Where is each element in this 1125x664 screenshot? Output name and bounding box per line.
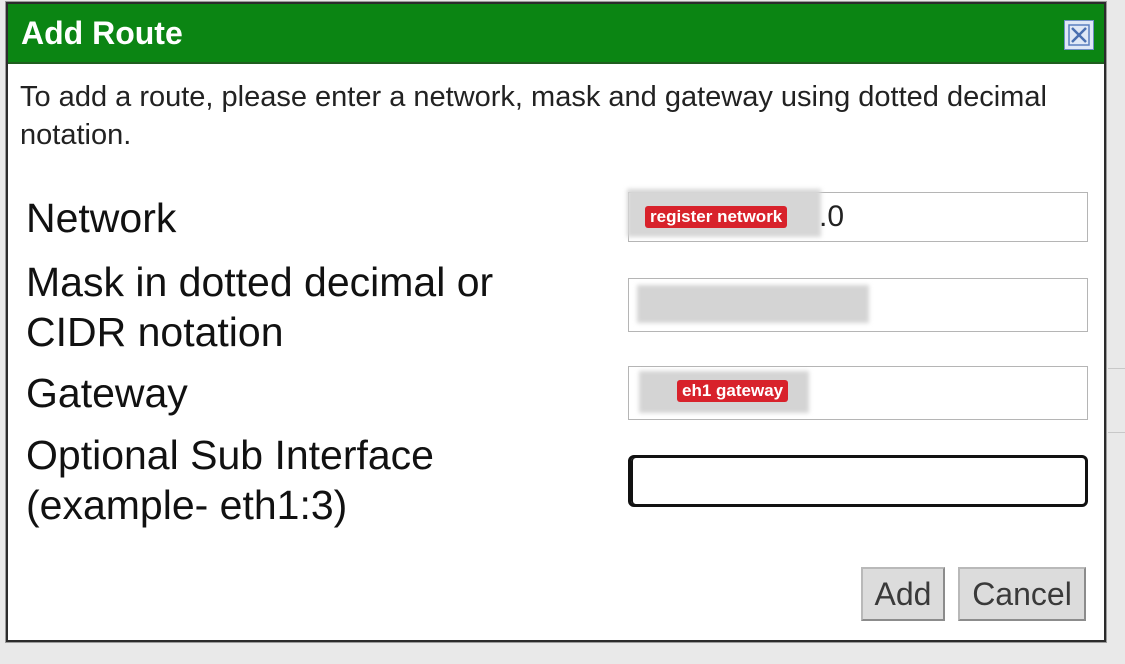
mask-label: Mask in dotted decimal or CIDR notation [26, 257, 493, 357]
dialog-title: Add Route [21, 15, 183, 51]
mask-label-line2: CIDR notation [26, 309, 284, 355]
network-redaction-tag: register network [645, 206, 788, 228]
instructions-text: To add a route, please enter a network, … [20, 81, 1047, 151]
add-button[interactable]: Add [861, 567, 945, 621]
sub-interface-label: Optional Sub Interface (example- eth1:3) [26, 430, 434, 530]
network-value-suffix: .0 [819, 200, 845, 233]
cancel-button[interactable]: Cancel [958, 567, 1086, 621]
gateway-label: Gateway [26, 370, 188, 416]
gateway-input[interactable]: eh1 gateway [628, 366, 1088, 420]
close-x-icon [1068, 24, 1090, 46]
dialog-titlebar[interactable]: Add Route [8, 4, 1104, 64]
sub-interface-label-line2: (example- eth1:3) [26, 482, 348, 528]
mask-label-line1: Mask in dotted decimal or [26, 259, 494, 305]
add-route-dialog: Add Route To add a route, please enter a… [6, 2, 1106, 642]
mask-redacted-value [637, 285, 869, 323]
backdrop-divider [1108, 432, 1125, 433]
sub-interface-label-line1: Optional Sub Interface [26, 432, 434, 478]
close-button[interactable] [1064, 20, 1094, 50]
mask-input[interactable] [628, 278, 1088, 332]
backdrop-divider [1108, 368, 1125, 369]
network-label: Network [26, 195, 177, 241]
network-input[interactable]: register network .0 [627, 189, 1088, 242]
gateway-redaction-tag: eh1 gateway [677, 380, 789, 402]
sub-interface-input[interactable] [628, 455, 1088, 507]
